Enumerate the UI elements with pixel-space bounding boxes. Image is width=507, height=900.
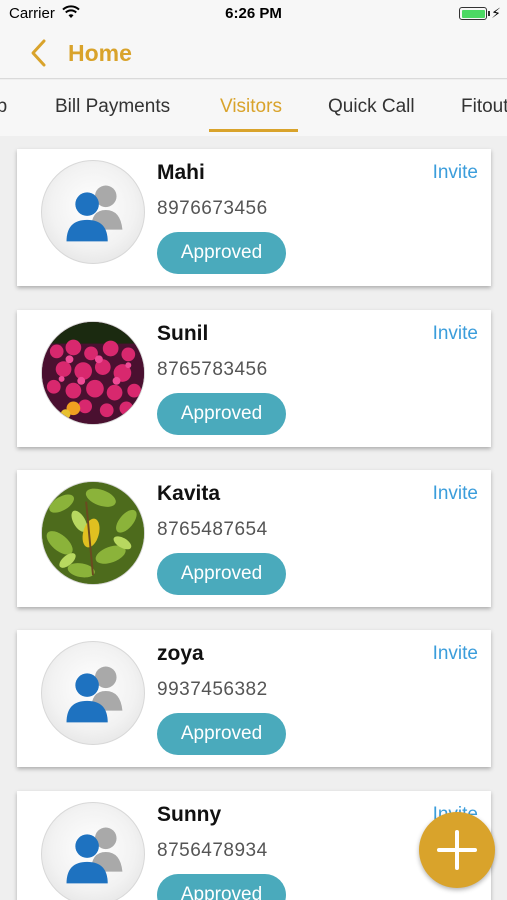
tab-bar: ub Bill Payments Visitors Quick Call Fit… bbox=[0, 80, 507, 136]
invite-link[interactable]: Invite bbox=[433, 162, 478, 184]
avatar bbox=[41, 641, 145, 745]
tab-quick-call[interactable]: Quick Call bbox=[328, 96, 415, 118]
battery-tip bbox=[488, 11, 490, 16]
charging-icon: ⚡ bbox=[491, 5, 501, 21]
visitor-card[interactable]: zoya 9937456382 Approved Invite bbox=[17, 630, 491, 767]
battery-icon bbox=[459, 7, 487, 20]
tab-bill-payments[interactable]: Bill Payments bbox=[55, 96, 170, 118]
nav-bar: Home bbox=[0, 28, 507, 79]
visitor-name: Kavita bbox=[157, 482, 221, 505]
visitor-phone: 8765487654 bbox=[157, 519, 268, 540]
visitor-card[interactable]: Mahi 8976673456 Approved Invite bbox=[17, 149, 491, 286]
invite-link[interactable]: Invite bbox=[433, 643, 478, 665]
approved-status-button[interactable]: Approved bbox=[157, 393, 286, 435]
visitor-name: Sunil bbox=[157, 322, 209, 345]
visitors-list[interactable]: Mahi 8976673456 Approved Invite Sunil 87… bbox=[0, 136, 507, 900]
avatar bbox=[41, 802, 145, 900]
visitor-card[interactable]: Kavita 8765487654 Approved Invite bbox=[17, 470, 491, 607]
chevron-left-icon[interactable] bbox=[28, 38, 52, 68]
status-bar: Carrier 6:26 PM ⚡ bbox=[0, 0, 507, 28]
avatar bbox=[41, 160, 145, 264]
page-title[interactable]: Home bbox=[68, 40, 132, 67]
visitor-phone: 8756478934 bbox=[157, 840, 268, 861]
default-users-icon bbox=[66, 666, 123, 723]
default-users-icon bbox=[66, 185, 123, 242]
tab-visitors[interactable]: Visitors bbox=[220, 96, 282, 118]
visitor-card[interactable]: Sunil 8765783456 Approved Invite bbox=[17, 310, 491, 447]
visitor-name: zoya bbox=[157, 642, 204, 665]
invite-link[interactable]: Invite bbox=[433, 323, 478, 345]
invite-link[interactable]: Invite bbox=[433, 483, 478, 505]
approved-status-button[interactable]: Approved bbox=[157, 553, 286, 595]
flowers-photo bbox=[42, 322, 144, 424]
visitor-phone: 9937456382 bbox=[157, 679, 268, 700]
default-users-icon bbox=[66, 827, 123, 884]
clock: 6:26 PM bbox=[225, 5, 282, 22]
add-visitor-button[interactable] bbox=[419, 812, 495, 888]
tab-club[interactable]: ub bbox=[0, 96, 7, 118]
visitor-name: Mahi bbox=[157, 161, 205, 184]
tab-fitout[interactable]: Fitout bbox=[461, 96, 507, 118]
visitor-phone: 8976673456 bbox=[157, 198, 268, 219]
visitor-name: Sunny bbox=[157, 803, 222, 826]
active-tab-indicator bbox=[209, 129, 298, 132]
avatar bbox=[41, 321, 145, 425]
approved-status-button[interactable]: Approved bbox=[157, 232, 286, 274]
approved-status-button[interactable]: Approved bbox=[157, 874, 286, 900]
leaves-photo bbox=[42, 482, 144, 584]
avatar bbox=[41, 481, 145, 585]
approved-status-button[interactable]: Approved bbox=[157, 713, 286, 755]
visitor-phone: 8765783456 bbox=[157, 359, 268, 380]
